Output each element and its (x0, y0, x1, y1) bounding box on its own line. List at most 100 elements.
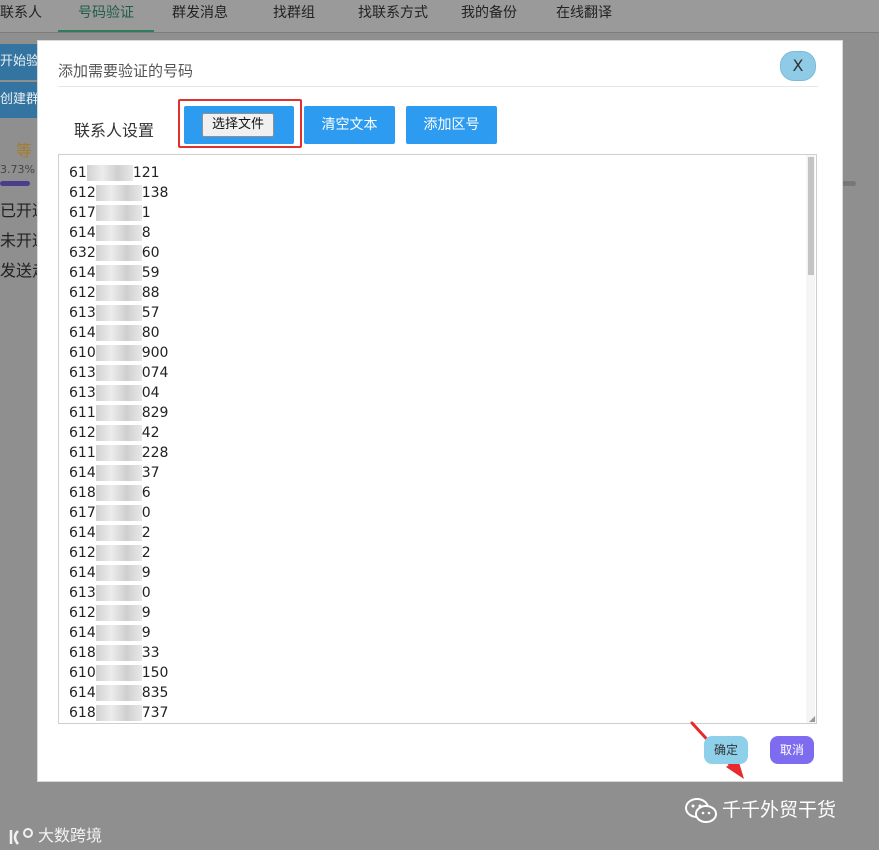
tab-my-backup[interactable]: 我的备份 (461, 0, 517, 30)
number-line: 612 138 (69, 183, 168, 203)
tab-number-verify[interactable]: 号码验证 (58, 0, 154, 32)
number-prefix: 612 (69, 545, 96, 561)
title-divider (58, 86, 818, 87)
blur-mask (95, 545, 142, 561)
close-button[interactable]: X (780, 51, 816, 81)
number-suffix: 37 (141, 465, 160, 481)
number-line: 613 57 (69, 303, 168, 323)
contact-settings-label: 联系人设置 (74, 121, 155, 140)
number-suffix: 59 (141, 265, 160, 281)
number-prefix: 61 (69, 165, 87, 181)
number-line: 610 900 (69, 343, 168, 363)
tab-contacts[interactable]: 联系人 (0, 0, 42, 30)
dialog-title: 添加需要验证的号码 (58, 62, 194, 80)
number-suffix: 074 (141, 365, 169, 381)
blur-mask (95, 585, 142, 601)
number-line: 612 9 (69, 603, 168, 623)
tab-online-translate[interactable]: 在线翻译 (556, 0, 612, 30)
scrollbar-thumb[interactable] (808, 157, 814, 275)
blur-mask (95, 705, 142, 721)
number-prefix: 612 (69, 285, 96, 301)
number-prefix: 613 (69, 365, 96, 381)
confirm-button[interactable]: 确定 (704, 736, 748, 764)
number-prefix: 612 (69, 185, 96, 201)
number-prefix: 611 (69, 445, 96, 461)
number-suffix: 0 (141, 505, 151, 521)
number-suffix: 88 (141, 285, 160, 301)
blur-mask (95, 685, 142, 701)
blur-mask (95, 405, 142, 421)
numbers-textarea[interactable]: 61 121 612 138 617 1 614 8 632 60 614 59 612 88 613 57 6… (58, 154, 817, 724)
number-suffix: 835 (141, 685, 169, 701)
blur-mask (95, 425, 142, 441)
number-list: 61 121 612 138 617 1 614 8 632 60 614 59 612 88 613 57 6… (69, 163, 168, 723)
number-prefix: 614 (69, 465, 96, 481)
number-line: 618 737 (69, 703, 168, 723)
top-nav: 联系人 号码验证 群发消息 找群组 找联系方式 我的备份 在线翻译 (0, 0, 879, 33)
number-line: 614 9 (69, 563, 168, 583)
clear-text-button[interactable]: 清空文本 (304, 106, 395, 144)
number-line: 614 835 (69, 683, 168, 703)
number-prefix: 614 (69, 225, 96, 241)
number-suffix: 900 (141, 345, 169, 361)
number-line: 614 80 (69, 323, 168, 343)
number-line: 618 6 (69, 483, 168, 503)
wait-label: 等 (16, 141, 33, 160)
number-prefix: 614 (69, 685, 96, 701)
number-line: 617 0 (69, 503, 168, 523)
resize-grip-icon[interactable]: ◢ (809, 714, 815, 723)
progress-bar-track (842, 181, 856, 186)
number-line: 617 1 (69, 203, 168, 223)
progress-percent: 3.73% (0, 163, 35, 176)
number-suffix: 228 (141, 445, 169, 461)
number-suffix: 2 (141, 525, 151, 541)
tab-find-groups[interactable]: 找群组 (273, 0, 315, 30)
blur-mask (95, 245, 142, 261)
number-line: 612 88 (69, 283, 168, 303)
blur-mask (95, 525, 142, 541)
number-prefix: 610 (69, 345, 96, 361)
choose-file-button[interactable]: 选择文件 (202, 113, 274, 137)
number-suffix: 9 (141, 625, 151, 641)
number-suffix: 57 (141, 305, 160, 321)
tab-find-contacts[interactable]: 找联系方式 (358, 0, 428, 30)
number-line: 611 228 (69, 443, 168, 463)
blur-mask (95, 325, 142, 341)
number-suffix: 737 (141, 705, 169, 721)
number-prefix: 614 (69, 525, 96, 541)
blur-mask (95, 625, 142, 641)
create-group-button[interactable]: 创建群 (0, 82, 40, 118)
number-line: 632 60 (69, 243, 168, 263)
number-line: 612 2 (69, 543, 168, 563)
blur-mask (95, 225, 142, 241)
number-prefix: 617 (69, 205, 96, 221)
number-line: 613 04 (69, 383, 168, 403)
number-suffix: 121 (132, 165, 160, 181)
number-suffix: 6 (141, 485, 151, 501)
blur-mask (95, 565, 142, 581)
number-line: 610 150 (69, 663, 168, 683)
number-suffix: 60 (141, 245, 160, 261)
blur-mask (95, 485, 142, 501)
number-line: 61 121 (69, 163, 168, 183)
number-line: 613 0 (69, 583, 168, 603)
tab-mass-message[interactable]: 群发消息 (172, 0, 228, 30)
cancel-button[interactable]: 取消 (770, 736, 814, 764)
blur-mask (95, 605, 142, 621)
number-line: 614 2 (69, 523, 168, 543)
brand-logo-icon (9, 827, 33, 845)
progress-bar (0, 181, 30, 186)
number-prefix: 614 (69, 565, 96, 581)
blur-mask (95, 665, 142, 681)
blur-mask (86, 165, 133, 181)
blur-mask (95, 265, 142, 281)
number-suffix: 150 (141, 665, 169, 681)
number-prefix: 618 (69, 705, 96, 721)
start-verify-button[interactable]: 开始验 (0, 44, 40, 80)
blur-mask (95, 345, 142, 361)
number-suffix: 33 (141, 645, 160, 661)
watermark-left: 大数跨境 (8, 822, 102, 847)
number-suffix: 9 (141, 565, 151, 581)
add-area-code-button[interactable]: 添加区号 (406, 106, 497, 144)
blur-mask (95, 285, 142, 301)
